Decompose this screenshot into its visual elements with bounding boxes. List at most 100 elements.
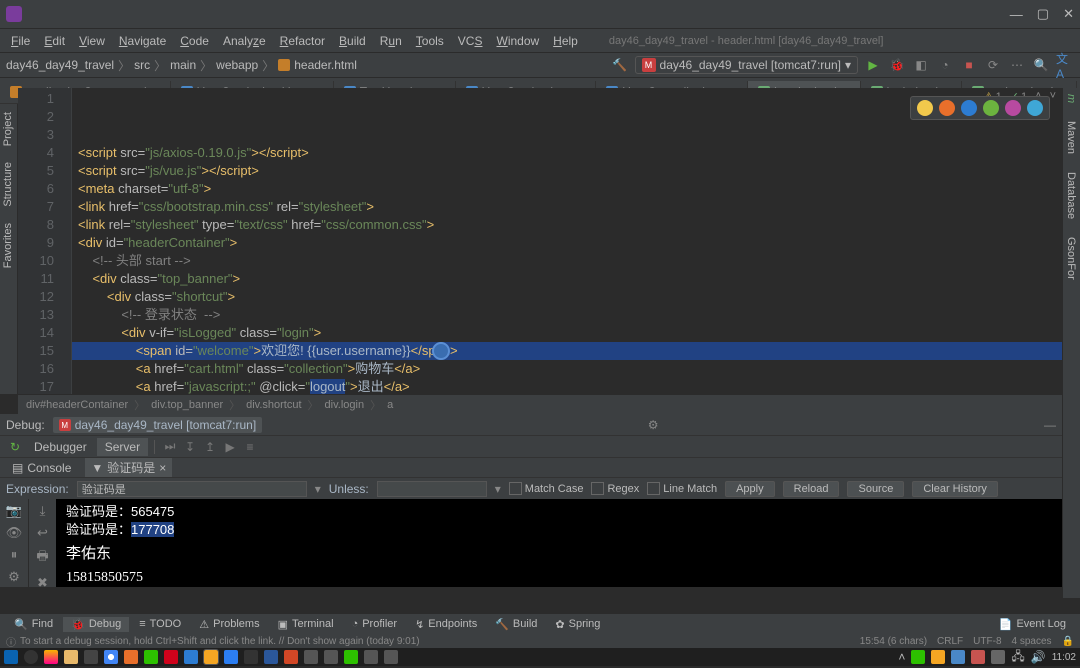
tray-icon[interactable] <box>951 650 965 664</box>
close-icon[interactable]: ✕ <box>1063 6 1074 22</box>
expression-input[interactable] <box>77 481 307 497</box>
camera-icon[interactable]: 📷 <box>6 503 22 519</box>
bt-profiler[interactable]: ◔ Profiler <box>344 617 406 631</box>
close-tab-icon[interactable]: × <box>159 461 166 475</box>
menu-refactor[interactable]: Refactor <box>273 32 332 50</box>
apply-button[interactable]: Apply <box>725 481 775 497</box>
wechat-icon[interactable] <box>144 650 158 664</box>
coverage-icon[interactable]: ◧ <box>912 56 930 74</box>
wrap-icon[interactable]: ↩ <box>37 525 48 541</box>
start-icon[interactable] <box>4 650 18 664</box>
edge-icon[interactable] <box>1027 100 1043 116</box>
console-output[interactable]: 验证码是：565475 验证码是：177708 李佑东 15815850575 <box>56 499 1062 587</box>
eye-icon[interactable]: 👁 <box>6 525 23 541</box>
debug-icon[interactable]: 🐞 <box>888 56 906 74</box>
search-tb-icon[interactable] <box>24 650 38 664</box>
step-over-icon[interactable]: ⏭ <box>161 439 179 454</box>
menu-run[interactable]: Run <box>373 32 409 50</box>
lock-icon[interactable]: 🔒 <box>1062 636 1074 647</box>
fold-gutter[interactable] <box>60 88 72 394</box>
firefox-tb-icon[interactable] <box>124 650 138 664</box>
tray-icon[interactable] <box>931 650 945 664</box>
hammer-icon[interactable]: 🔨 <box>611 56 629 74</box>
bt-debug[interactable]: 🐞 Debug <box>63 617 129 632</box>
settings-icon[interactable]: ⚙ <box>8 569 20 585</box>
source-button[interactable]: Source <box>847 481 904 497</box>
tray-volume-icon[interactable]: 🔊 <box>1031 650 1046 664</box>
match-case-checkbox[interactable]: Match Case <box>509 482 584 495</box>
menu-view[interactable]: View <box>72 32 112 50</box>
breadcrumb-file[interactable]: header.html <box>294 58 357 72</box>
git-update-icon[interactable]: ⟳ <box>984 56 1002 74</box>
indent-info[interactable]: 4 spaces <box>1012 636 1052 647</box>
evaluate-icon[interactable]: ≡ <box>241 440 259 454</box>
chrome-tb-icon[interactable] <box>104 650 118 664</box>
bt-endpoints[interactable]: ↯ Endpoints <box>407 617 485 632</box>
toolwindow-maven[interactable]: Maven <box>1063 115 1079 160</box>
bt-todo[interactable]: ≡ TODO <box>131 617 189 631</box>
filter-tab[interactable]: ▼ 验证码是 × <box>85 458 172 477</box>
reload-button[interactable]: Reload <box>783 481 840 497</box>
scroll-icon[interactable]: ⤓ <box>40 503 46 519</box>
stop-icon[interactable]: ■ <box>960 56 978 74</box>
menu-edit[interactable]: Edit <box>37 32 72 50</box>
step-into-icon[interactable]: ↧ <box>181 440 199 454</box>
crumb[interactable]: div.shortcut <box>246 399 301 411</box>
typora-icon[interactable] <box>244 650 258 664</box>
mute-icon[interactable]: ⏸ <box>11 547 18 563</box>
app-icon[interactable] <box>344 650 358 664</box>
maximize-icon[interactable]: ▢ <box>1037 6 1049 22</box>
translate-icon[interactable]: 文A <box>1056 56 1074 74</box>
opera-icon[interactable] <box>983 100 999 116</box>
bt-find[interactable]: 🔍 Find <box>6 617 61 632</box>
tray-icon[interactable] <box>991 650 1005 664</box>
cortana-icon[interactable] <box>44 650 58 664</box>
menu-window[interactable]: Window <box>489 32 546 50</box>
menu-build[interactable]: Build <box>332 32 373 50</box>
toolwindow-structure[interactable]: Structure <box>0 154 16 215</box>
intellij-tb-icon[interactable] <box>204 650 218 664</box>
tab-server[interactable]: Server <box>97 438 148 456</box>
bt-spring[interactable]: ✿ Spring <box>547 617 608 632</box>
menu-navigate[interactable]: Navigate <box>112 32 173 50</box>
toolwindow-favorites[interactable]: Favorites <box>0 215 16 276</box>
bt-build[interactable]: 🔨 Build <box>487 617 545 632</box>
firefox-icon[interactable] <box>939 100 955 116</box>
line-separator[interactable]: CRLF <box>937 636 963 647</box>
tray-icon[interactable] <box>971 650 985 664</box>
console-tab[interactable]: ▤ Console <box>6 460 77 476</box>
more-icon[interactable]: ⋯ <box>1008 56 1026 74</box>
app-icon[interactable] <box>304 650 318 664</box>
clear-icon[interactable]: ✖ <box>37 575 48 591</box>
app-icon[interactable] <box>384 650 398 664</box>
caret-position[interactable]: 15:54 (6 chars) <box>860 636 927 647</box>
menu-tools[interactable]: Tools <box>409 32 451 50</box>
breadcrumb-src[interactable]: src <box>134 58 150 72</box>
tray-icon[interactable] <box>911 650 925 664</box>
menu-analyze[interactable]: Analyze <box>216 32 273 50</box>
clear-history-button[interactable]: Clear History <box>912 481 998 497</box>
profile-icon[interactable]: ◔ <box>936 56 954 74</box>
bt-terminal[interactable]: ▣ Terminal <box>270 617 342 632</box>
line-match-checkbox[interactable]: Line Match <box>647 482 717 495</box>
code-editor[interactable]: 1234567891011121314151617181920212223 <s… <box>18 88 1062 394</box>
minimize-icon[interactable]: — <box>1010 7 1023 22</box>
bt-problems[interactable]: ⚠ Problems <box>191 617 267 632</box>
app-icon[interactable] <box>324 650 338 664</box>
app-icon-blue[interactable] <box>184 650 198 664</box>
status-message[interactable]: To start a debug session, hold Ctrl+Shif… <box>20 636 420 647</box>
crumb[interactable]: a <box>387 399 393 411</box>
toolwindow-gsonfor[interactable]: GsonFor <box>1063 231 1079 286</box>
menu-file[interactable]: File <box>4 32 37 50</box>
breadcrumb-project[interactable]: day46_day49_travel <box>6 58 114 72</box>
chrome-icon[interactable] <box>917 100 933 116</box>
run-icon[interactable]: ▶ <box>864 56 882 74</box>
line-number-gutter[interactable]: 1234567891011121314151617181920212223 <box>18 88 60 394</box>
regex-checkbox[interactable]: Regex <box>591 482 639 495</box>
breadcrumb-webapp[interactable]: webapp <box>216 58 258 72</box>
breadcrumb-main[interactable]: main <box>170 58 196 72</box>
file-encoding[interactable]: UTF-8 <box>973 636 1001 647</box>
code-area[interactable]: <script src="js/axios-0.19.0.js"></scrip… <box>72 88 1062 394</box>
tray-network-icon[interactable]: 🖧 <box>1011 647 1024 668</box>
taskbar-clock[interactable]: 11:02 <box>1052 652 1076 663</box>
